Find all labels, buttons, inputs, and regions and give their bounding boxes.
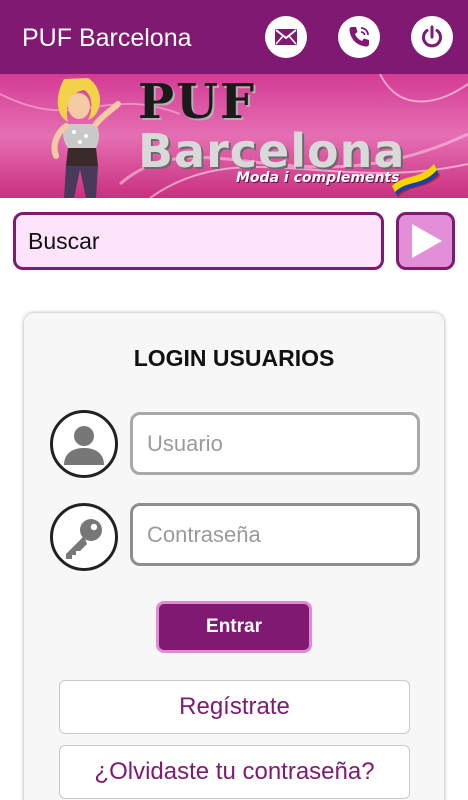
- mail-icon: [275, 29, 297, 45]
- banner-brand-puf: PUF: [138, 74, 257, 130]
- forgot-password-button[interactable]: ¿Olvidaste tu contraseña?: [59, 745, 410, 799]
- register-button[interactable]: Regístrate: [59, 680, 410, 734]
- username-field-box[interactable]: [130, 412, 420, 475]
- app-header: PUF Barcelona: [0, 0, 468, 74]
- login-card: LOGIN USUARIOS Entrar Regístrate ¿Olvida…: [24, 313, 444, 800]
- user-icon-badge: [50, 410, 118, 478]
- phone-button[interactable]: [338, 16, 380, 58]
- colombia-flag-ribbon: [392, 164, 440, 198]
- key-icon-badge: [50, 503, 118, 571]
- power-button[interactable]: [411, 16, 453, 58]
- username-field[interactable]: [133, 415, 417, 472]
- banner-tagline: Moda i complements: [236, 170, 400, 186]
- login-title: LOGIN USUARIOS: [133, 345, 335, 371]
- search-submit-button[interactable]: [396, 212, 455, 270]
- user-icon: [64, 426, 104, 465]
- key-icon: [66, 519, 102, 559]
- password-field-box[interactable]: [130, 503, 420, 566]
- power-icon: [422, 25, 442, 48]
- model-illustration: [51, 78, 121, 198]
- play-arrow-icon: [411, 224, 442, 258]
- search-box[interactable]: [13, 212, 384, 270]
- phone-icon: [349, 27, 369, 47]
- mail-button[interactable]: [265, 16, 307, 58]
- login-submit-button[interactable]: Entrar: [156, 601, 312, 653]
- search-input[interactable]: [16, 215, 381, 267]
- brand-banner: PUF Barcelona Moda i complements: [0, 74, 468, 198]
- app-title: PUF Barcelona: [22, 24, 192, 52]
- password-field[interactable]: [133, 506, 417, 563]
